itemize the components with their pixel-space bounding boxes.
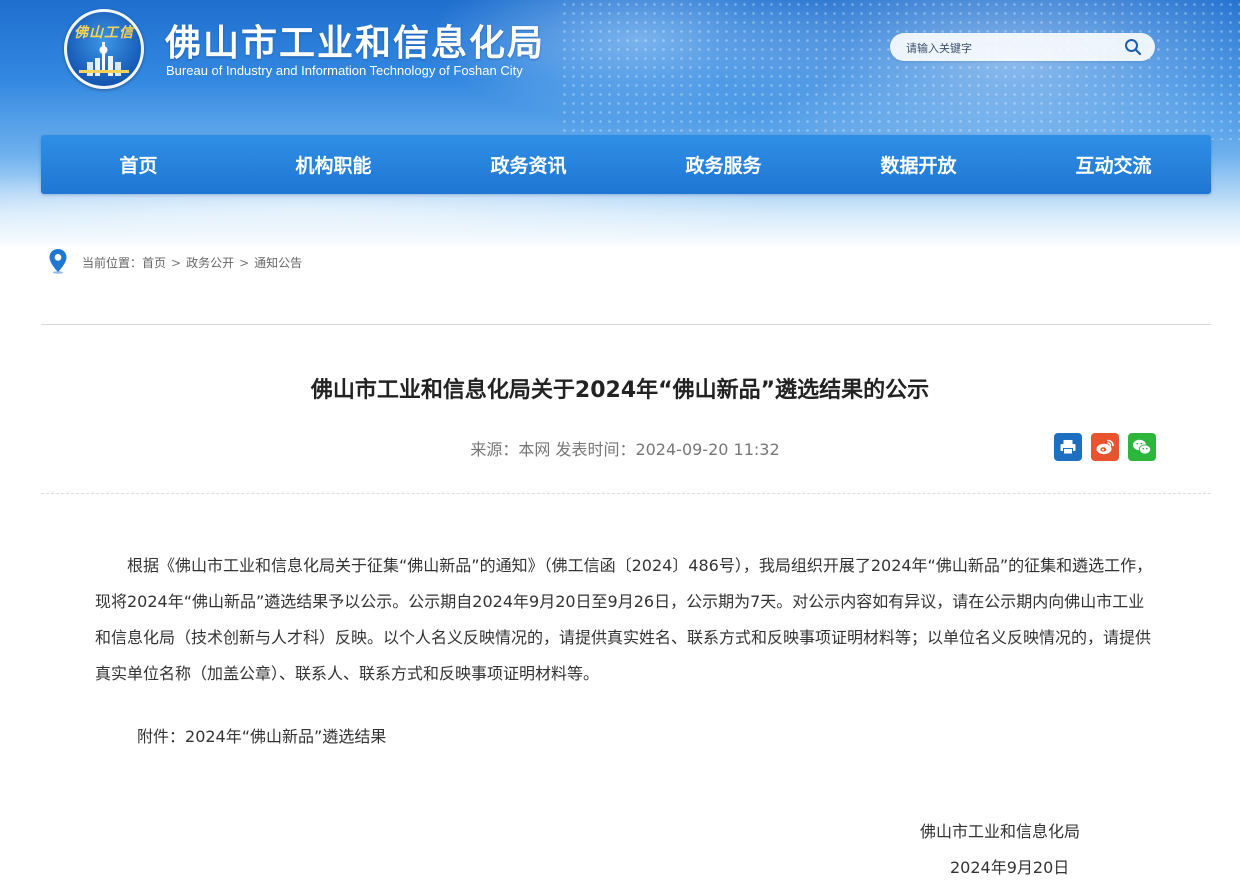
article-body: 根据《佛山市工业和信息化局关于征集“佛山新品”的通知》（佛工信函〔2024〕48… (95, 548, 1155, 692)
breadcrumb-home[interactable]: 首页 (142, 254, 166, 271)
site-header: 佛山工信 佛山市工业和信息化局 Bureau of Industry and I… (0, 0, 1240, 250)
nav-item-organization[interactable]: 机构职能 (236, 135, 431, 194)
breadcrumb-government-affairs[interactable]: 政务公开 (186, 254, 234, 271)
nav-item-interaction[interactable]: 互动交流 (1016, 135, 1211, 194)
breadcrumb-separator: > (171, 255, 182, 270)
site-logo[interactable]: 佛山工信 (64, 9, 144, 89)
breadcrumb-prefix: 当前位置： (82, 256, 143, 270)
attachment: 附件：2024年“佛山新品”遴选结果 (137, 723, 386, 747)
search-box (890, 33, 1155, 61)
site-subtitle: Bureau of Industry and Information Techn… (166, 63, 523, 78)
breadcrumb: 当前位置： 首页 > 政务公开 > 通知公告 (48, 248, 302, 277)
nav-item-news[interactable]: 政务资讯 (431, 135, 626, 194)
printer-icon[interactable] (1054, 433, 1082, 461)
share-bar (1054, 433, 1165, 461)
location-pin-icon (48, 248, 68, 277)
breadcrumb-notices[interactable]: 通知公告 (254, 254, 302, 271)
nav-item-home[interactable]: 首页 (41, 135, 236, 194)
breadcrumb-separator: > (239, 255, 250, 270)
attachment-link[interactable]: 2024年“佛山新品”遴选结果 (185, 727, 386, 746)
search-input[interactable] (904, 37, 1108, 59)
signature-organization: 佛山市工业和信息化局 (920, 822, 1081, 841)
nav-item-services[interactable]: 政务服务 (626, 135, 821, 194)
weibo-icon[interactable] (1091, 433, 1119, 461)
main-nav: 首页 机构职能 政务资讯 政务服务 数据开放 互动交流 (41, 135, 1211, 194)
header-decoration (560, 0, 1240, 140)
search-icon[interactable] (1123, 37, 1143, 57)
attachment-label: 附件： (137, 727, 186, 746)
divider (41, 324, 1211, 325)
article-title: 佛山市工业和信息化局关于2024年“佛山新品”遴选结果的公示 (310, 378, 930, 403)
divider-dashed (41, 493, 1211, 494)
article-paragraph: 根据《佛山市工业和信息化局关于征集“佛山新品”的通知》（佛工信函〔2024〕48… (95, 556, 1153, 683)
site-title: 佛山市工业和信息化局 (165, 23, 546, 64)
signature-date: 2024年9月20日 (950, 858, 1070, 877)
nav-item-open-data[interactable]: 数据开放 (821, 135, 1016, 194)
logo-text: 佛山工信 (74, 25, 134, 41)
wechat-icon[interactable] (1128, 433, 1156, 461)
